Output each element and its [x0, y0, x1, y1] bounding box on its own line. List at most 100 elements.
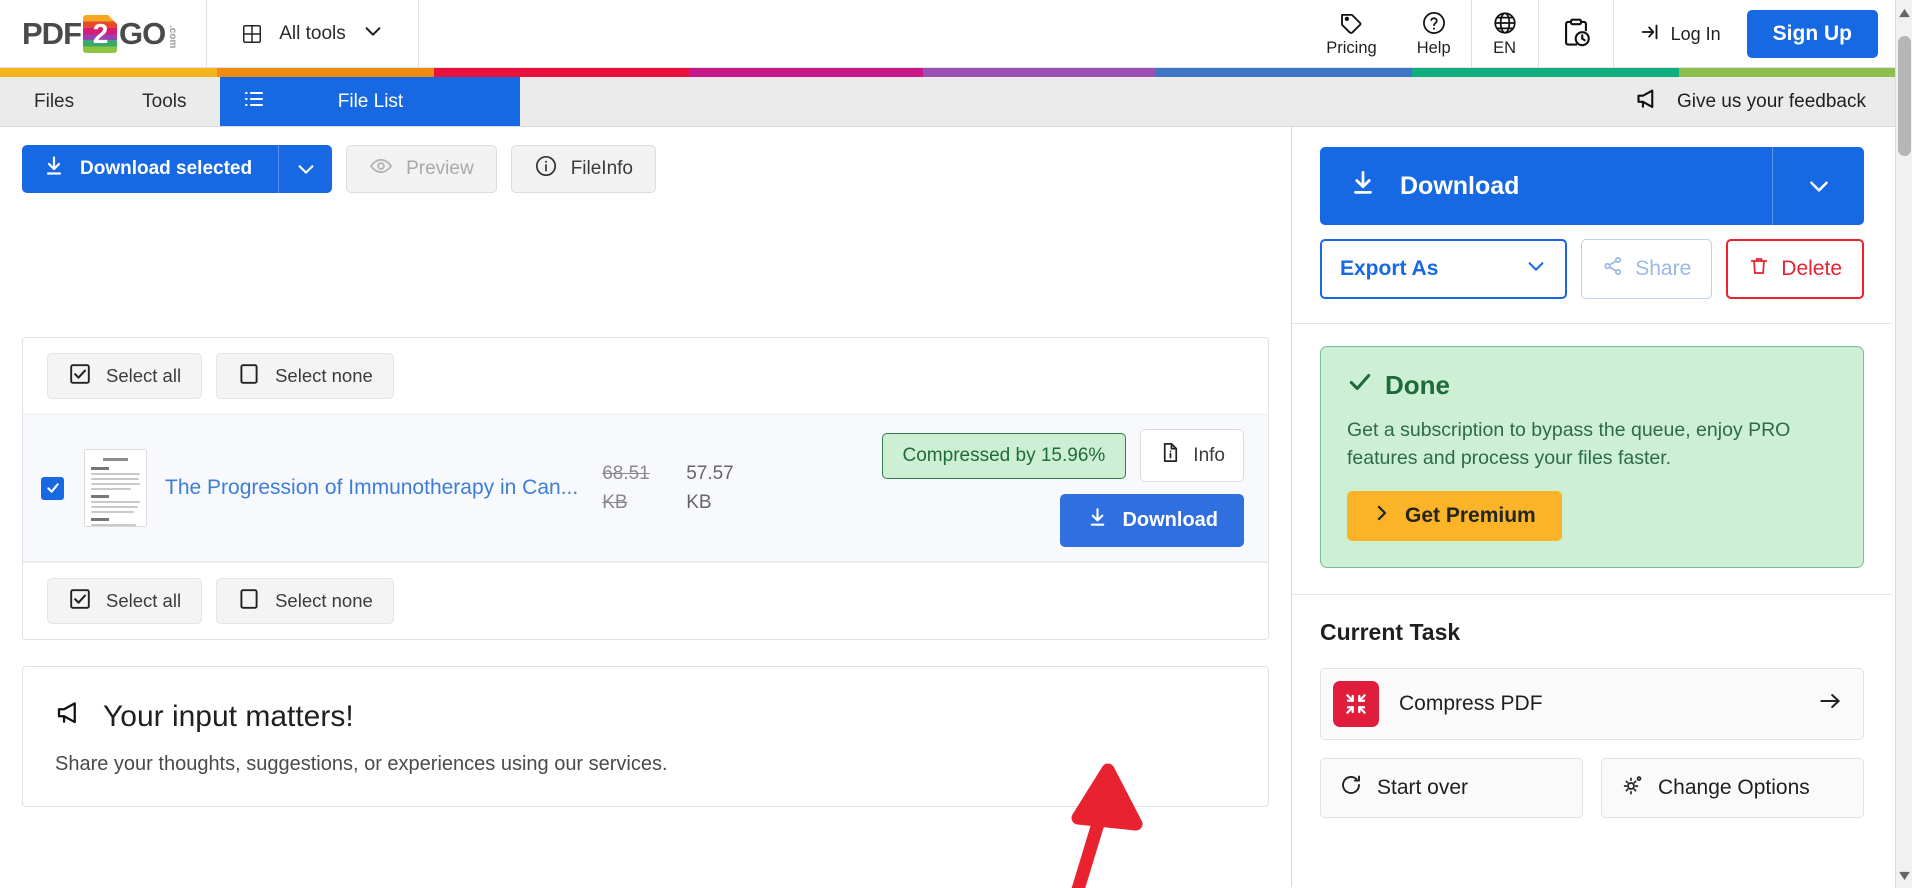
select-none-label: Select none — [275, 590, 373, 611]
header-item-pricing[interactable]: Pricing — [1306, 0, 1396, 67]
tab-bar: Files Tools File List Give us your feedb… — [0, 77, 1912, 127]
header-item-label: Help — [1416, 38, 1451, 57]
sidebar-download-main[interactable]: Download — [1320, 147, 1772, 225]
give-feedback-button[interactable]: Give us your feedback — [1635, 77, 1912, 126]
scroll-down-arrow[interactable] — [1896, 866, 1912, 884]
sidebar-download-label: Download — [1400, 171, 1520, 200]
get-premium-button[interactable]: Get Premium — [1347, 490, 1562, 541]
feedback-card-title: Your input matters! — [103, 700, 354, 733]
strip-seg-5 — [922, 68, 1157, 77]
strip-seg-2 — [216, 68, 434, 77]
share-button[interactable]: Share — [1581, 239, 1713, 299]
change-options-label: Change Options — [1658, 775, 1810, 799]
select-all-button-bottom[interactable]: Select all — [47, 578, 203, 624]
color-strip — [0, 68, 1912, 77]
scroll-up-arrow[interactable] — [1896, 4, 1912, 22]
eye-icon — [369, 154, 393, 184]
compression-badge: Compressed by 15.96% — [881, 432, 1127, 479]
download-selected-label: Download selected — [80, 158, 253, 179]
size-new-unit: KB — [686, 492, 712, 513]
file-size-new: 57.57 KB — [686, 459, 748, 518]
body-split: Download selected Preview FileInfo Selec… — [0, 127, 1912, 888]
logo[interactable]: PDF 2 GO .com — [0, 0, 208, 68]
chevron-down-icon — [362, 20, 384, 48]
feedback-label: Give us your feedback — [1676, 90, 1866, 112]
preview-button[interactable]: Preview — [346, 145, 497, 193]
select-all-button-top[interactable]: Select all — [47, 353, 203, 399]
logo-text-pdf: PDF — [22, 16, 82, 51]
globe-icon — [1492, 10, 1518, 36]
sidebar-secondary-actions: Export As Share Delete — [1320, 239, 1864, 299]
login-button[interactable]: Log In — [1612, 0, 1747, 68]
header-item-history[interactable] — [1537, 0, 1613, 68]
change-options-button[interactable]: Change Options — [1601, 757, 1864, 818]
sidebar-task-section: Current Task Compress PDF Start over Cha… — [1292, 595, 1892, 818]
refresh-icon — [1339, 773, 1363, 803]
checkbox-empty-icon — [237, 362, 261, 391]
download-icon — [1086, 506, 1109, 535]
export-as-button[interactable]: Export As — [1320, 239, 1568, 299]
file-name-link[interactable]: The Progression of Immunotherapy in Can.… — [165, 476, 578, 500]
sidebar-download-caret[interactable] — [1772, 147, 1864, 225]
done-body: Get a subscription to bypass the queue, … — [1347, 419, 1791, 470]
row-actions-top: Compressed by 15.96% Info — [881, 429, 1244, 482]
check-icon — [1347, 369, 1373, 402]
select-none-button-top[interactable]: Select none — [216, 353, 394, 399]
file-checkbox[interactable] — [41, 476, 64, 500]
tab-file-list[interactable]: File List — [220, 77, 521, 126]
share-label: Share — [1635, 257, 1692, 280]
tab-label: Files — [34, 90, 75, 112]
size-new-value: 57.57 — [686, 462, 734, 484]
size-original-unit: KB — [602, 492, 628, 513]
get-premium-label: Get Premium — [1405, 503, 1536, 527]
file-sizes: 68.51 KB 57.57 KB — [602, 459, 748, 518]
thumb-heading-3 — [91, 518, 109, 521]
megaphone-icon — [1635, 85, 1663, 119]
current-task-row[interactable]: Compress PDF — [1320, 667, 1864, 740]
logo-digit: 2 — [92, 18, 109, 49]
arrow-right-icon — [1817, 688, 1843, 719]
select-none-button-bottom[interactable]: Select none — [216, 578, 394, 624]
login-label: Log In — [1670, 23, 1721, 44]
tab-files[interactable]: Files — [0, 77, 108, 126]
row-info-button[interactable]: Info — [1140, 429, 1244, 482]
download-selected-main[interactable]: Download selected — [22, 145, 278, 193]
download-selected-caret[interactable] — [278, 145, 332, 193]
tab-tools[interactable]: Tools — [108, 77, 220, 126]
all-tools-menu[interactable]: All tools — [207, 0, 419, 67]
done-heading-row: Done — [1347, 369, 1837, 402]
header-item-label: Pricing — [1326, 38, 1377, 57]
row-info-label: Info — [1193, 444, 1225, 466]
header-item-label: EN — [1493, 39, 1517, 57]
signup-button[interactable]: Sign Up — [1746, 9, 1878, 58]
strip-seg-7 — [1411, 68, 1679, 77]
strip-seg-4 — [689, 68, 923, 77]
page-root: PDF 2 GO .com All tools Pricing Help EN … — [0, 0, 1912, 888]
start-over-button[interactable]: Start over — [1320, 757, 1583, 818]
tab-label: File List — [337, 90, 404, 112]
select-none-label: Select none — [275, 365, 373, 386]
logo-square-icon: 2 — [83, 15, 117, 53]
tab-label: Tools — [142, 90, 187, 112]
delete-button[interactable]: Delete — [1726, 239, 1864, 299]
scrollbar-thumb[interactable] — [1898, 36, 1911, 156]
current-task-label: Compress PDF — [1399, 691, 1543, 715]
row-download-button[interactable]: Download — [1060, 494, 1244, 547]
document-thumbnail[interactable] — [84, 449, 147, 527]
strip-seg-8 — [1678, 68, 1912, 77]
pdf2go-logo: PDF 2 GO .com — [22, 15, 178, 53]
header-item-language[interactable]: EN — [1470, 0, 1538, 68]
info-circle-icon — [534, 154, 558, 184]
page-scrollbar[interactable] — [1895, 0, 1912, 888]
start-over-label: Start over — [1377, 775, 1469, 799]
all-tools-label: All tools — [279, 22, 346, 44]
task-secondary-actions: Start over Change Options — [1320, 757, 1864, 818]
file-size-original: 68.51 KB — [602, 459, 664, 518]
fileinfo-button[interactable]: FileInfo — [510, 145, 656, 193]
done-card: Done Get a subscription to bypass the qu… — [1320, 346, 1864, 568]
sidebar-download-button[interactable]: Download — [1320, 147, 1864, 225]
header-item-help[interactable]: Help — [1397, 0, 1471, 67]
download-selected-button[interactable]: Download selected — [22, 145, 333, 193]
row-actions: Compressed by 15.96% Info Download — [881, 429, 1250, 547]
login-arrow-icon — [1640, 21, 1662, 48]
